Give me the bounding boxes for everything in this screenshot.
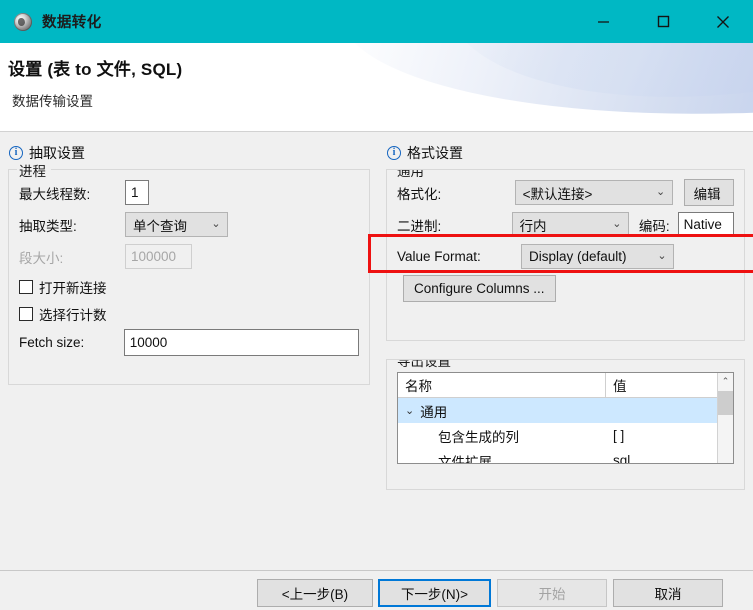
- app-globe-icon: [14, 12, 32, 31]
- table-cell-name: ⌄ 通用: [398, 401, 606, 421]
- value-format-row: Value Format: Display (default) ⌄: [397, 244, 734, 269]
- export-settings-table[interactable]: 名称 值 ⌄ 通用 包含生成的列 [ ] 文件扩展 sql ⌃: [397, 372, 734, 464]
- formatting-row: 格式化: <默认连接> ⌄ 编辑: [397, 179, 734, 206]
- table-cell-name: 文件扩展: [438, 454, 492, 464]
- table-header-row: 名称 值: [398, 373, 717, 398]
- formatting-label: 格式化:: [397, 186, 442, 202]
- export-group-legend: 导出设置: [395, 360, 456, 370]
- general-group-legend: 通用: [395, 170, 429, 180]
- process-groupbox: 进程 最大线程数: 1 抽取类型: 单个查询 ⌄ 段大小: 100000 打开新…: [8, 160, 370, 385]
- general-format-groupbox: 通用 格式化: <默认连接> ⌄ 编辑 二进制: 行内 ⌄ 编码: Native…: [386, 169, 745, 341]
- close-icon[interactable]: [693, 0, 753, 43]
- start-button: 开始: [497, 579, 607, 607]
- table-row[interactable]: 包含生成的列 [ ]: [398, 423, 717, 448]
- table-vertical-scrollbar[interactable]: ⌃: [717, 373, 733, 463]
- cancel-button[interactable]: 取消: [613, 579, 723, 607]
- chevron-down-icon: ⌄: [657, 250, 667, 262]
- extract-type-value: 单个查询: [133, 218, 187, 234]
- window-title: 数据转化: [42, 15, 102, 31]
- open-new-connection-checkbox-row[interactable]: 打开新连接: [19, 276, 359, 298]
- format-settings-heading: i 格式设置: [387, 143, 753, 163]
- max-threads-row: 最大线程数: 1: [19, 180, 359, 205]
- fetch-size-row: Fetch size: 10000: [19, 329, 359, 356]
- chevron-down-icon[interactable]: ⌄: [405, 404, 414, 417]
- binary-row: 二进制: 行内 ⌄ 编码: Native: [397, 212, 734, 237]
- extract-settings-panel: i 抽取设置 进程 最大线程数: 1 抽取类型: 单个查询 ⌄ 段大小: 100…: [0, 132, 378, 385]
- extract-type-row: 抽取类型: 单个查询 ⌄: [19, 212, 359, 237]
- table-body: 名称 值 ⌄ 通用 包含生成的列 [ ] 文件扩展 sql: [398, 373, 717, 463]
- chevron-down-icon: ⌄: [656, 186, 666, 198]
- table-row[interactable]: ⌄ 通用: [398, 398, 717, 423]
- page-subtitle: 数据传输设置: [12, 94, 93, 109]
- table-cell-name: 包含生成的列: [438, 429, 519, 445]
- table-row[interactable]: 文件扩展 sql: [398, 448, 717, 464]
- scroll-up-icon[interactable]: ⌃: [718, 373, 733, 389]
- formatting-value: <默认连接>: [522, 186, 593, 202]
- edit-button[interactable]: 编辑: [683, 179, 734, 206]
- extract-type-label: 抽取类型:: [19, 218, 77, 234]
- chevron-down-icon: ⌄: [612, 218, 622, 230]
- scrollbar-thumb[interactable]: [718, 391, 733, 415]
- max-threads-input[interactable]: 1: [125, 180, 149, 205]
- extract-settings-heading: i 抽取设置: [9, 143, 378, 163]
- dialog-footer: <上一步(B) 下一步(N)> 开始 取消: [0, 570, 753, 610]
- configure-columns-button[interactable]: Configure Columns ...: [403, 275, 556, 302]
- table-cell-value: sql: [613, 453, 631, 464]
- page-title: 设置 (表 to 文件, SQL): [8, 60, 183, 79]
- info-icon: i: [387, 146, 401, 160]
- column-header-name: 名称: [398, 373, 606, 397]
- process-group-legend: 进程: [17, 160, 51, 180]
- info-icon: i: [9, 146, 23, 160]
- format-settings-title: 格式设置: [407, 145, 463, 161]
- chevron-down-icon: ⌄: [211, 218, 221, 230]
- segment-size-input: 100000: [125, 244, 192, 269]
- segment-size-label: 段大小:: [19, 250, 64, 266]
- binary-value: 行内: [519, 218, 547, 234]
- back-button[interactable]: <上一步(B): [257, 579, 373, 607]
- binary-combo[interactable]: 行内 ⌄: [511, 212, 629, 237]
- segment-size-row: 段大小: 100000: [19, 244, 359, 269]
- max-threads-label: 最大线程数:: [19, 186, 91, 202]
- extract-type-combo[interactable]: 单个查询 ⌄: [125, 212, 228, 237]
- group-row-label: 通用: [420, 404, 448, 420]
- open-new-connection-label: 打开新连接: [39, 281, 107, 296]
- export-settings-groupbox: 导出设置 名称 值 ⌄ 通用 包含生成的列 [] 文件扩展 sql ⌃: [386, 359, 745, 490]
- format-settings-panel: i 格式设置 通用 格式化: <默认连接> ⌄ 编辑 二进制: 行内 ⌄ 编码:…: [378, 132, 753, 490]
- select-row-count-label: 选择行计数: [39, 308, 107, 323]
- column-header-value: 值: [613, 379, 627, 394]
- header-banner: 设置 (表 to 文件, SQL) 数据传输设置: [0, 43, 753, 131]
- title-bar: 数据转化: [0, 0, 753, 43]
- table-cell-value: [ ]: [613, 428, 625, 443]
- fetch-size-input[interactable]: 10000: [123, 329, 359, 356]
- maximize-icon[interactable]: [633, 0, 693, 43]
- open-new-connection-checkbox[interactable]: [19, 280, 33, 294]
- window-controls: [573, 0, 753, 43]
- encoding-input[interactable]: Native: [677, 212, 734, 237]
- minimize-icon[interactable]: [573, 0, 633, 43]
- next-button[interactable]: 下一步(N)>: [378, 579, 491, 607]
- formatting-combo[interactable]: <默认连接> ⌄: [514, 180, 673, 205]
- value-format-value: Display (default): [529, 249, 627, 264]
- value-format-combo[interactable]: Display (default) ⌄: [521, 244, 674, 269]
- configure-columns-row: Configure Columns ...: [397, 275, 734, 302]
- value-format-label: Value Format:: [397, 249, 481, 264]
- dialog-body: i 抽取设置 进程 最大线程数: 1 抽取类型: 单个查询 ⌄ 段大小: 100…: [0, 131, 753, 570]
- fetch-size-label: Fetch size:: [19, 335, 85, 350]
- dialog-window: 数据转化 设置 (表 to 文件, SQL) 数据传输设置 i 抽取设置 进程 …: [0, 0, 753, 610]
- encoding-label: 编码:: [638, 218, 670, 234]
- select-row-count-checkbox[interactable]: [19, 307, 33, 321]
- binary-label: 二进制:: [397, 218, 442, 234]
- select-row-count-checkbox-row[interactable]: 选择行计数: [19, 303, 359, 325]
